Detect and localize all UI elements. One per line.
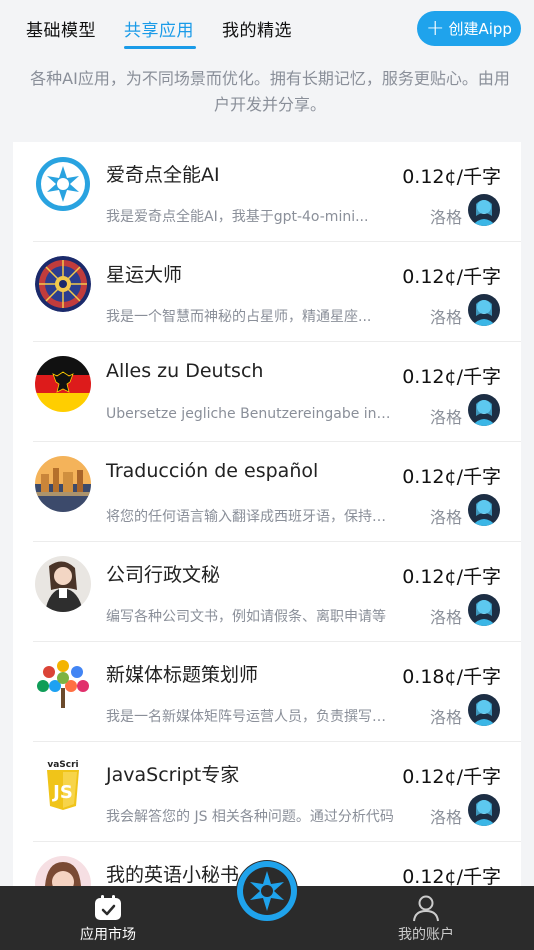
german-flag-icon bbox=[35, 356, 91, 412]
author-avatar[interactable] bbox=[468, 194, 500, 226]
nav-app-market-label: 应用市场 bbox=[80, 927, 136, 943]
secretary-avatar-icon bbox=[35, 556, 91, 612]
tab-shared-apps[interactable]: 共享应用 bbox=[124, 16, 194, 41]
author-avatar[interactable] bbox=[468, 594, 500, 626]
page-description: 各种AI应用，为不同场景而优化。拥有长期记忆，服务更贴心。由用户开发并分享。 bbox=[30, 69, 510, 114]
aiqidian-logo-icon bbox=[35, 156, 91, 212]
create-aipp-label: 创建Aipp bbox=[448, 20, 512, 38]
list-item[interactable]: Traducción de español 0.12¢/千字 将您的任何语言输入… bbox=[13, 442, 521, 542]
list-item[interactable]: 公司行政文秘 0.12¢/千字 编写各种公司文书，例如请假条、离职申请等 洛格 bbox=[13, 542, 521, 642]
app-name: JavaScript专家 bbox=[106, 764, 240, 786]
app-name: Traducción de español bbox=[106, 460, 319, 482]
app-price: 0.12¢/千字 bbox=[402, 266, 501, 288]
social-media-tree-icon bbox=[35, 656, 91, 712]
active-tab-indicator bbox=[124, 46, 196, 49]
app-price: 0.12¢/千字 bbox=[402, 766, 501, 788]
author-avatar[interactable] bbox=[468, 394, 500, 426]
author-avatar[interactable] bbox=[468, 694, 500, 726]
tab-my-picks[interactable]: 我的精选 bbox=[222, 16, 292, 41]
app-name: 爱奇点全能AI bbox=[106, 164, 220, 186]
app-name: 新媒体标题策划师 bbox=[106, 664, 259, 686]
app-intro: 将您的任何语言输入翻译成西班牙语，保持原意 bbox=[106, 509, 396, 525]
app-intro: 我会解答您的 JS 相关各种问题。通过分析代码 bbox=[106, 809, 394, 825]
svg-text:vaScri: vaScri bbox=[47, 760, 78, 770]
plus-icon: + bbox=[426, 15, 445, 41]
list-item[interactable]: vaScri JS JavaScript专家 0.12¢/千字 我会解答您的 J… bbox=[13, 742, 521, 842]
app-intro: 我是一名新媒体矩阵号运营人员，负责撰写标题 bbox=[106, 709, 396, 725]
app-price: 0.12¢/千字 bbox=[402, 866, 501, 888]
app-list: 爱奇点全能AI 0.12¢/千字 我是爱奇点全能AI，我基于gpt-4o-min… bbox=[13, 142, 521, 902]
app-name: 公司行政文秘 bbox=[106, 564, 221, 586]
user-icon bbox=[413, 895, 439, 922]
javascript-logo-icon: vaScri JS bbox=[35, 756, 91, 812]
aiqidian-logo-icon bbox=[237, 861, 297, 921]
calendar-check-icon bbox=[95, 895, 121, 920]
list-item[interactable]: Alles zu Deutsch 0.12¢/千字 Übersetze jegl… bbox=[13, 342, 521, 442]
app-author: 洛格 bbox=[430, 308, 463, 327]
app-name: 星运大师 bbox=[106, 264, 183, 286]
create-aipp-button[interactable]: + 创建Aipp bbox=[417, 11, 521, 46]
list-item[interactable]: 星运大师 0.12¢/千字 我是一个智慧而神秘的占星师，精通星座... 洛格 bbox=[13, 242, 521, 342]
top-tab-bar: 基础模型 共享应用 我的精选 + 创建Aipp bbox=[0, 0, 534, 56]
svg-text:JS: JS bbox=[51, 782, 73, 803]
app-name: 我的英语小秘书 bbox=[106, 864, 240, 886]
app-author: 洛格 bbox=[430, 608, 463, 627]
nav-app-market[interactable]: 应用市场 bbox=[53, 894, 163, 944]
app-price: 0.12¢/千字 bbox=[402, 466, 501, 488]
author-avatar[interactable] bbox=[468, 294, 500, 326]
spanish-city-icon bbox=[35, 456, 91, 512]
app-intro: 我是一个智慧而神秘的占星师，精通星座... bbox=[106, 309, 372, 325]
nav-my-account[interactable]: 我的账户 bbox=[371, 894, 481, 944]
nav-my-account-label: 我的账户 bbox=[398, 927, 454, 943]
list-item[interactable]: 爱奇点全能AI 0.12¢/千字 我是爱奇点全能AI，我基于gpt-4o-min… bbox=[13, 142, 521, 242]
app-author: 洛格 bbox=[430, 408, 463, 427]
app-intro: Übersetze jegliche Benutzereingabe ins D… bbox=[106, 406, 396, 422]
author-avatar[interactable] bbox=[468, 794, 500, 826]
app-name: Alles zu Deutsch bbox=[106, 360, 264, 382]
app-intro: 编写各种公司文书，例如请假条、离职申请等 bbox=[106, 609, 386, 625]
app-intro: 我是爱奇点全能AI，我基于gpt-4o-mini... bbox=[106, 209, 369, 225]
app-price: 0.18¢/千字 bbox=[402, 666, 501, 688]
app-price: 0.12¢/千字 bbox=[402, 566, 501, 588]
author-avatar[interactable] bbox=[468, 494, 500, 526]
tab-base-models[interactable]: 基础模型 bbox=[26, 16, 96, 41]
app-author: 洛格 bbox=[430, 508, 463, 527]
center-home-button[interactable] bbox=[236, 860, 298, 922]
zodiac-wheel-icon bbox=[35, 256, 91, 312]
app-price: 0.12¢/千字 bbox=[402, 166, 501, 188]
app-price: 0.12¢/千字 bbox=[402, 366, 501, 388]
app-author: 洛格 bbox=[430, 808, 463, 827]
app-author: 洛格 bbox=[430, 708, 463, 727]
app-author: 洛格 bbox=[430, 208, 463, 227]
list-item[interactable]: 新媒体标题策划师 0.18¢/千字 我是一名新媒体矩阵号运营人员，负责撰写标题 … bbox=[13, 642, 521, 742]
